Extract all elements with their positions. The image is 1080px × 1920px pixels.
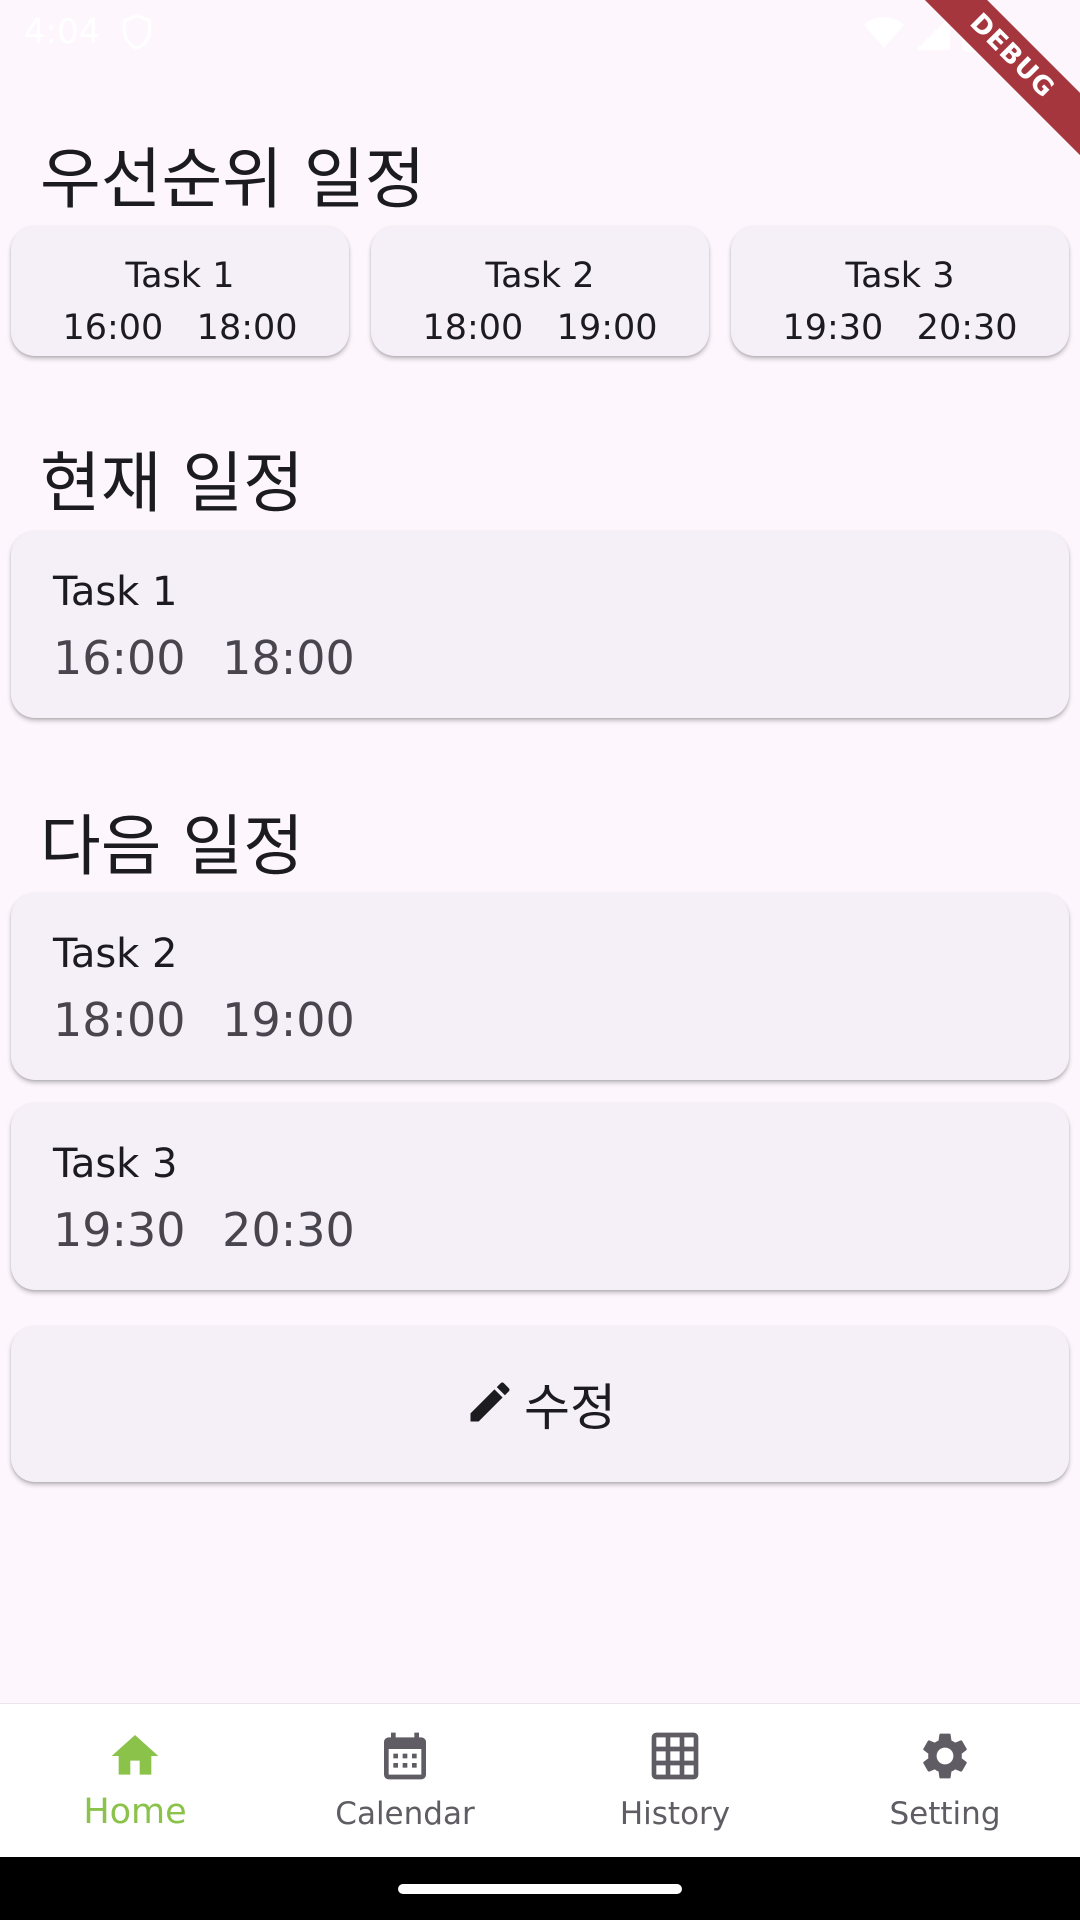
- nav-label-calendar: Calendar: [335, 1796, 475, 1832]
- pencil-icon: [464, 1376, 516, 1432]
- priority-task-card[interactable]: Task 3 19:30 20:30: [731, 226, 1069, 356]
- debug-banner: DEBUG: [920, 0, 1080, 160]
- home-gesture-pill[interactable]: [398, 1884, 682, 1894]
- next-task-card[interactable]: Task 2 18:00 19:00: [11, 893, 1069, 1080]
- priority-task-time: 16:00 18:00: [62, 308, 298, 348]
- priority-task-time: 19:30 20:30: [782, 308, 1018, 348]
- priority-task-card[interactable]: Task 2 18:00 19:00: [371, 226, 709, 356]
- home-icon: [107, 1728, 163, 1788]
- priority-task-card[interactable]: Task 1 16:00 18:00: [11, 226, 349, 356]
- nav-label-setting: Setting: [889, 1796, 1001, 1832]
- nav-label-home: Home: [83, 1792, 187, 1832]
- debug-label: DEBUG: [920, 0, 1080, 157]
- edit-button[interactable]: 수정: [11, 1326, 1069, 1482]
- next-task-time: 19:30 20:30: [53, 1203, 355, 1257]
- bottom-nav: Home Calendar History Setting: [0, 1703, 1080, 1858]
- status-time: 4:04: [24, 12, 101, 52]
- current-task-name: Task 1: [53, 569, 178, 615]
- priority-section-title: 우선순위 일정: [40, 141, 426, 218]
- calendar-icon: [377, 1728, 433, 1788]
- priority-task-name: Task 1: [125, 256, 235, 296]
- wifi-icon: [864, 16, 904, 54]
- next-section-title: 다음 일정: [40, 808, 304, 885]
- nav-label-history: History: [619, 1796, 731, 1832]
- current-task-time: 16:00 18:00: [53, 631, 355, 685]
- nav-item-calendar[interactable]: Calendar: [270, 1704, 540, 1858]
- next-task-name: Task 2: [53, 931, 178, 977]
- system-nav-bar: [0, 1857, 1080, 1920]
- grid-icon: [647, 1728, 703, 1788]
- next-task-name: Task 3: [53, 1141, 178, 1187]
- current-section-title: 현재 일정: [40, 445, 304, 522]
- shield-icon: [122, 14, 152, 54]
- priority-task-name: Task 3: [845, 256, 955, 296]
- edit-button-label: 수정: [524, 1379, 616, 1437]
- nav-item-history[interactable]: History: [540, 1704, 810, 1858]
- current-task-card[interactable]: Task 1 16:00 18:00: [11, 531, 1069, 718]
- priority-task-name: Task 2: [485, 256, 595, 296]
- next-task-time: 18:00 19:00: [53, 993, 355, 1047]
- priority-task-time: 18:00 19:00: [422, 308, 658, 348]
- gear-icon: [917, 1728, 973, 1788]
- nav-item-home[interactable]: Home: [0, 1704, 270, 1858]
- next-task-card[interactable]: Task 3 19:30 20:30: [11, 1103, 1069, 1290]
- status-bar: 4:04: [0, 0, 1080, 66]
- nav-item-setting[interactable]: Setting: [810, 1704, 1080, 1858]
